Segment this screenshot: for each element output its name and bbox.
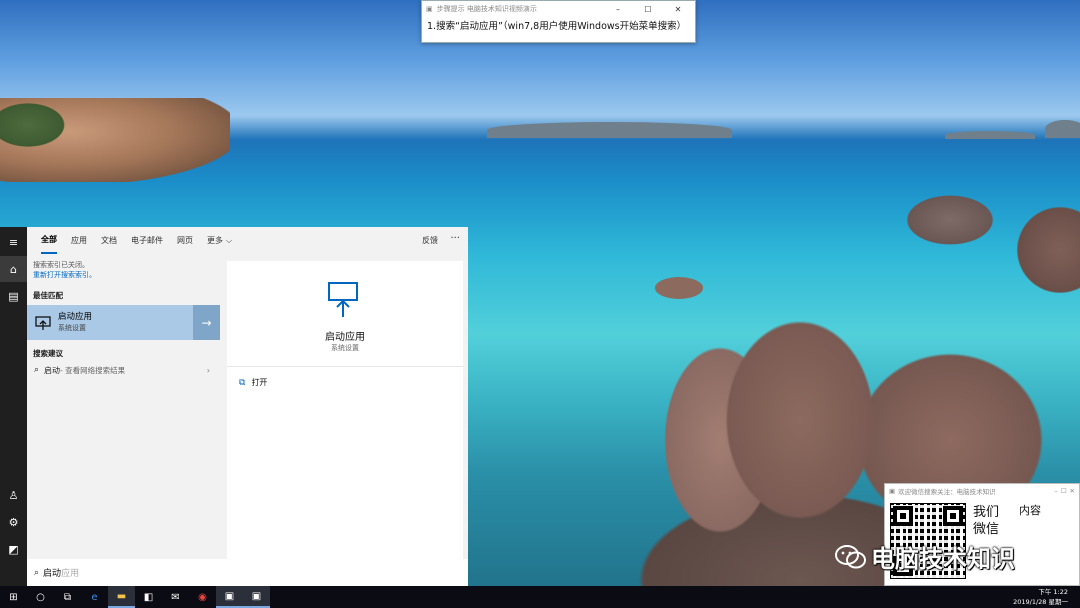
tab-more[interactable]: 更多 ⌵ — [207, 227, 232, 254]
minimize-button[interactable]: – — [605, 5, 631, 14]
taskview-icon[interactable]: ⧉ — [54, 586, 81, 608]
app-window-icon[interactable]: ▣ — [216, 586, 243, 608]
arrow-right-icon[interactable]: → — [193, 305, 220, 340]
qr-corner — [893, 506, 913, 526]
minimize-button[interactable]: – — [1054, 487, 1057, 495]
best-match-header: 最佳匹配 — [33, 291, 63, 300]
windows-icon[interactable]: ⊞ — [0, 586, 27, 608]
watermark-brand: 电脑技术知识 — [835, 539, 1015, 574]
maximize-button[interactable]: ☐ — [635, 5, 661, 14]
tab-all[interactable]: 全部 — [41, 227, 57, 254]
island-shape — [945, 131, 1035, 139]
store-icon[interactable]: ◧ — [135, 586, 162, 608]
clock-time: 下午 1:22 — [1038, 588, 1068, 596]
results-list: 搜索索引已关闭。 重新打开搜索索引。 最佳匹配 启动应用 系统设置 → 搜索建议… — [27, 254, 220, 559]
startup-apps-icon — [328, 282, 358, 317]
system-clock[interactable]: 下午 1:22 2019/1/28 星期一 — [1013, 587, 1068, 607]
best-match-name: 启动应用 — [58, 311, 93, 322]
step-hint-window: ▣ 步骤提示 电脑技术知识视频演示 – ☐ ✕ 1.搜索“启动应用”（win7,… — [421, 0, 696, 43]
search-box[interactable]: ⌕ 启动 应用 — [27, 559, 468, 586]
clock-date: 2019/1/28 星期一 — [1013, 598, 1068, 606]
startup-apps-icon — [34, 314, 52, 332]
taskbar: ⊞ ○ ⧉ e ▬ ◧ ✉ ◉ ▣ ▣ 下午 1:22 2019/1/28 星期… — [0, 586, 1080, 608]
rock-shape — [655, 277, 703, 299]
result-detail-pane: 启动应用 系统设置 ⧉ 打开 — [227, 261, 463, 561]
more-options-button[interactable]: ··· — [450, 233, 460, 244]
best-match-category: 系统设置 — [58, 323, 86, 332]
settings-icon[interactable]: ⚙ — [0, 509, 27, 535]
instruction-text: 1.搜索“启动应用”（win7,8用户使用Windows开始菜单搜索） — [427, 21, 687, 32]
index-notice-text: 搜索索引已关闭。 — [33, 261, 89, 269]
user-icon[interactable]: ♙ — [0, 482, 27, 508]
open-label: 打开 — [251, 378, 268, 387]
handwritten-line: 我们 — [973, 505, 1000, 520]
handwritten-note: 内容 — [1019, 504, 1041, 517]
app-icon: ▣ — [889, 487, 896, 495]
suggestion-detail: - 查看网络搜索结果 — [60, 365, 126, 375]
edge-icon[interactable]: e — [81, 586, 108, 608]
mail-icon[interactable]: ✉ — [162, 586, 189, 608]
tab-documents[interactable]: 文档 — [101, 227, 117, 254]
tab-web[interactable]: 网页 — [177, 227, 193, 254]
search-tabs: 全部 应用 文档 电子邮件 网页 更多 ⌵ 反馈 ··· — [27, 227, 468, 254]
window-title: 步骤提示 电脑技术知识视频演示 — [436, 5, 537, 13]
feedback-button[interactable]: 反馈 — [422, 235, 438, 246]
hamburger-icon[interactable]: ≡ — [0, 229, 27, 255]
search-panel: 全部 应用 文档 电子邮件 网页 更多 ⌵ 反馈 ··· 搜索索引已关闭。 重新打… — [27, 227, 468, 586]
wechat-icon — [835, 544, 866, 568]
app-window-icon[interactable]: ▣ — [243, 586, 270, 608]
handwritten-note: 我们 微信 — [973, 504, 999, 538]
chevron-down-icon: ⌵ — [226, 235, 233, 245]
search-icon: ⌕ — [34, 567, 40, 578]
handwritten-line: 微信 — [973, 522, 1000, 537]
promo-title: 欢迎微信搜索关注：电脑技术知识 — [898, 488, 996, 496]
suggestion-term: 启动 — [44, 365, 61, 375]
search-input-text: 启动 — [43, 569, 62, 579]
close-button[interactable]: ✕ — [1070, 487, 1075, 495]
index-notice: 搜索索引已关闭。 重新打开搜索索引。 — [27, 254, 220, 280]
tab-email[interactable]: 电子邮件 — [131, 227, 163, 254]
cortana-icon[interactable]: ○ — [27, 586, 54, 608]
divider — [227, 366, 463, 367]
reopen-index-link[interactable]: 重新打开搜索索引。 — [33, 270, 214, 280]
chrome-icon[interactable]: ◉ — [189, 586, 216, 608]
bush-shape — [0, 100, 70, 150]
detail-category: 系统设置 — [331, 344, 359, 352]
folder-icon[interactable]: ▬ — [108, 586, 135, 608]
brand-text: 电脑技术知识 — [871, 545, 1015, 573]
island-shape — [1045, 120, 1080, 138]
title-bar[interactable]: ▣ 步骤提示 电脑技术知识视频演示 – ☐ ✕ — [422, 1, 695, 17]
feedback-hub-icon[interactable]: ◩ — [0, 536, 27, 562]
home-icon[interactable]: ⌂ — [0, 256, 27, 282]
title-bar[interactable]: ▣ 欢迎微信搜索关注：电脑技术知识 – ☐ ✕ — [885, 484, 1079, 498]
open-action[interactable]: ⧉ 打开 — [239, 377, 267, 388]
best-match-item[interactable]: 启动应用 系统设置 → — [27, 305, 220, 340]
notebook-icon[interactable]: ▤ — [0, 283, 27, 309]
open-icon: ⧉ — [239, 377, 246, 388]
start-rail: ≡ ⌂ ▤ ♙ ⚙ ◩ — [0, 227, 27, 586]
app-icon: ▣ — [426, 5, 433, 13]
suggestion-item[interactable]: ⌕ 启动 - 查看网络搜索结果 › — [27, 360, 220, 380]
tab-apps[interactable]: 应用 — [71, 227, 87, 254]
tab-more-label: 更多 — [207, 236, 223, 245]
search-icon: ⌕ — [34, 365, 40, 375]
close-button[interactable]: ✕ — [665, 5, 691, 14]
chevron-right-icon: › — [206, 365, 210, 375]
maximize-button[interactable]: ☐ — [1061, 487, 1067, 495]
island-shape — [487, 122, 732, 138]
qr-corner — [943, 506, 963, 526]
detail-name: 启动应用 — [325, 332, 365, 343]
search-autocomplete: 应用 — [61, 569, 80, 579]
